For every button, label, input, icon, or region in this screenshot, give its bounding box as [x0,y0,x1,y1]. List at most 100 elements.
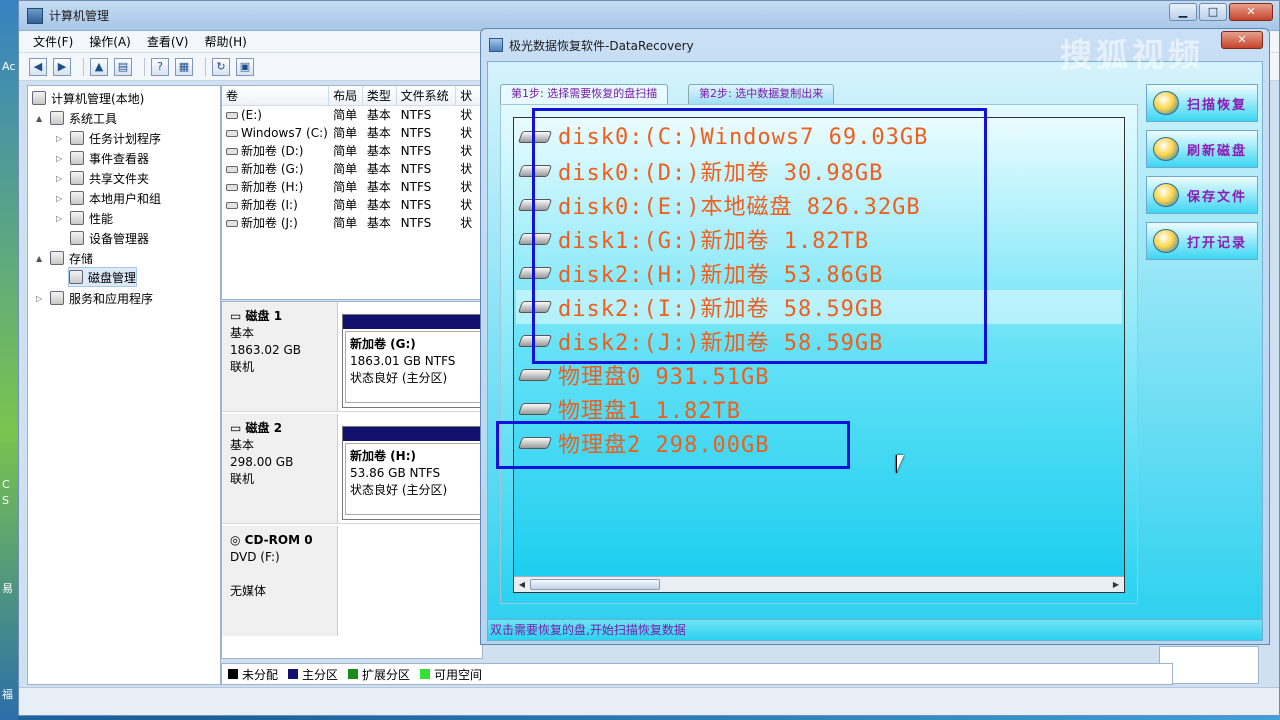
volume-layout: 简单 [333,162,358,176]
mmc-titlebar[interactable]: 计算机管理 [19,1,1279,31]
scrollbar-thumb[interactable] [530,579,660,590]
partition-name: 新加卷 (G:) [350,337,416,351]
toolbar-separator [144,57,145,76]
disk-map: ▭ 磁盘 1 基本 1863.02 GB 联机 新加卷 (G:) 1863.01… [221,301,483,659]
tree-item-label: 存储 [69,251,94,266]
tree-item-computer-management[interactable]: 计算机管理(本地) [32,88,144,108]
show-hide-tree-icon[interactable]: ▤ [114,57,132,76]
tools-icon [50,111,64,125]
column-header-type[interactable]: 类型 [363,86,397,105]
column-header-volume[interactable]: 卷 [222,86,330,105]
disk-block[interactable]: ▭ 磁盘 1 基本 1863.02 GB 联机 新加卷 (G:) 1863.01… [222,302,482,412]
table-row[interactable]: 新加卷 (I:) 简单 基本 NTFS 状 [222,196,482,214]
dr-close-button[interactable]: ✕ [1221,31,1263,49]
tree-item-local-users[interactable]: ▷ 本地用户和组 [56,188,161,208]
help-icon[interactable]: ? [151,57,169,76]
column-header-status[interactable]: 状 [456,86,482,105]
volume-type: 基本 [366,180,391,194]
scroll-left-arrow-icon[interactable]: ◀ [515,578,529,591]
disk-type: 基本 [230,438,255,452]
menu-view[interactable]: 查看(V) [147,33,189,50]
expand-arrow-icon[interactable]: ▷ [56,194,66,203]
menu-help[interactable]: 帮助(H) [204,33,246,50]
legend-item: 未分配 [228,666,278,683]
table-row[interactable]: 新加卷 (G:) 简单 基本 NTFS 状 [222,160,482,178]
minimize-button[interactable]: ▁ [1169,3,1197,21]
tree-item-device-manager[interactable]: 设备管理器 [70,228,149,248]
legend: 未分配 主分区 扩展分区 可用空间 [221,663,1173,685]
tab-step1[interactable]: 第1步: 选择需要恢复的盘扫描 [500,84,669,104]
refresh-disk-icon [1153,137,1179,161]
storage-icon [50,251,64,265]
table-row[interactable]: 新加卷 (D:) 简单 基本 NTFS 状 [222,142,482,160]
legend-item: 可用空间 [420,666,482,683]
collapse-arrow-icon[interactable]: ▲ [36,114,46,123]
cdrom-block[interactable]: ◎ CD-ROM 0 DVD (F:) 无媒体 [222,526,482,636]
export-list-icon[interactable]: ▣ [236,57,254,76]
tree-item-event-viewer[interactable]: ▷ 事件查看器 [56,148,149,168]
partition-state: 状态良好 (主分区) [350,371,448,385]
table-row[interactable]: 新加卷 (J:) 简单 基本 NTFS 状 [222,214,482,232]
cdrom-media: 无媒体 [230,584,267,598]
table-row[interactable]: Windows7 (C:) 简单 基本 NTFS 状 [222,124,482,142]
partition-size: 53.86 GB NTFS [350,466,441,480]
drive-icon [226,112,238,119]
back-arrow-icon[interactable]: ◀ [29,57,47,76]
tree-item-performance[interactable]: ▷ 性能 [56,208,113,228]
menu-action[interactable]: 操作(A) [89,33,131,50]
volume-name: 新加卷 (G:) [241,162,304,176]
save-icon [1153,183,1179,207]
volume-layout: 简单 [333,198,358,212]
expand-arrow-icon[interactable]: ▷ [56,214,66,223]
volume-list-header: 卷 布局 类型 文件系统 状 [222,86,482,106]
column-header-layout[interactable]: 布局 [329,86,363,105]
menu-file[interactable]: 文件(F) [33,33,73,50]
drive-icon [226,220,238,227]
right-pane-fragment [1159,646,1259,684]
expand-arrow-icon[interactable]: ▷ [56,134,66,143]
scan-recover-button[interactable]: 扫描恢复 [1146,84,1258,122]
button-label: 扫描恢复 [1187,97,1248,113]
scroll-right-arrow-icon[interactable]: ▶ [1109,578,1123,591]
disk-name: 磁盘 2 [245,421,283,435]
tree-item-services-apps[interactable]: ▷ 服务和应用程序 [36,288,153,308]
tree-item-storage[interactable]: ▲ 存储 [36,248,93,268]
partition-block[interactable]: 新加卷 (H:) 53.86 GB NTFS 状态良好 (主分区) [342,426,482,520]
refresh-icon[interactable]: ↻ [212,57,230,76]
disk-label[interactable]: ▭ 磁盘 2 基本 298.00 GB 联机 [222,414,338,523]
save-file-button[interactable]: 保存文件 [1146,176,1258,214]
table-row[interactable]: 新加卷 (H:) 简单 基本 NTFS 状 [222,178,482,196]
disk-block[interactable]: ▭ 磁盘 2 基本 298.00 GB 联机 新加卷 (H:) 53.86 GB… [222,414,482,524]
hard-disk-icon: ▭ [230,421,246,435]
disk-label[interactable]: ▭ 磁盘 1 基本 1863.02 GB 联机 [222,302,338,411]
close-button[interactable]: ✕ [1229,3,1273,21]
cdrom-label[interactable]: ◎ CD-ROM 0 DVD (F:) 无媒体 [222,526,338,636]
primary-partition-bar [343,427,482,441]
volume-layout: 简单 [333,108,358,122]
open-record-button[interactable]: 打开记录 [1146,222,1258,260]
horizontal-scrollbar[interactable]: ◀ ▶ [514,576,1124,592]
legend-label: 未分配 [242,667,279,682]
expand-arrow-icon[interactable]: ▷ [56,154,66,163]
tab-step2[interactable]: 第2步: 选中数据复制出来 [688,84,835,104]
refresh-disk-button[interactable]: 刷新磁盘 [1146,130,1258,168]
tree-item-system-tools[interactable]: ▲ 系统工具 [36,108,117,128]
collapse-arrow-icon[interactable]: ▲ [36,254,46,263]
tree-item-shared-folders[interactable]: ▷ 共享文件夹 [56,168,149,188]
up-folder-icon[interactable]: ▲ [90,57,108,76]
maximize-button[interactable]: □ [1199,3,1227,21]
tree-item-disk-management[interactable]: 磁盘管理 [68,267,138,287]
table-row[interactable]: (E:) 简单 基本 NTFS 状 [222,106,482,124]
expand-arrow-icon[interactable]: ▷ [56,174,66,183]
tree-item-label: 性能 [89,211,114,226]
tree-item-task-scheduler[interactable]: ▷ 任务计划程序 [56,128,161,148]
forward-arrow-icon[interactable]: ▶ [53,57,71,76]
legend-swatch [420,669,431,679]
column-header-filesystem[interactable]: 文件系统 [397,86,457,105]
legend-label: 主分区 [302,667,339,682]
button-label: 打开记录 [1187,235,1248,251]
expand-arrow-icon[interactable]: ▷ [36,294,46,303]
partition-block[interactable]: 新加卷 (G:) 1863.01 GB NTFS 状态良好 (主分区) [342,314,482,408]
properties-icon[interactable]: ▦ [175,57,193,76]
drive-icon [226,166,238,173]
